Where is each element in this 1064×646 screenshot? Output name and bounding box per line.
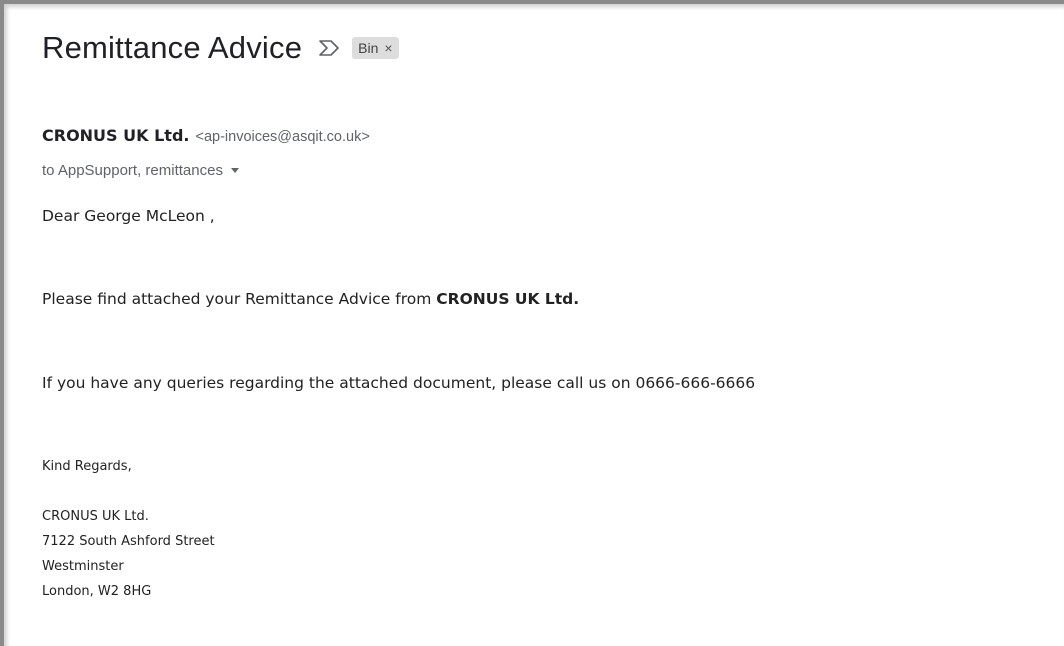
email-view-frame: Remittance Advice Bin × CRONUS UK Ltd. <… [0, 0, 1064, 646]
email-closing: Kind Regards, [42, 459, 132, 474]
signature-city: London, W2 8HG [42, 584, 152, 599]
email-greeting: Dear George McLeon , [42, 207, 215, 225]
remove-label-icon[interactable]: × [384, 39, 392, 57]
signature-street: 7122 South Ashford Street [42, 534, 215, 549]
importance-marker-svg [319, 40, 339, 56]
signature-area: Westminster [42, 559, 124, 574]
sender-name[interactable]: CRONUS UK Ltd. [42, 126, 189, 145]
email-subject: Remittance Advice [42, 30, 303, 65]
importance-marker-icon[interactable] [318, 35, 340, 61]
subject-row: Remittance Advice Bin × [42, 26, 399, 70]
email-body-line-2: If you have any queries regarding the at… [42, 374, 756, 392]
body-line-1-company: CRONUS UK Ltd. [436, 290, 580, 308]
recipients-row: to AppSupport, remittances [42, 162, 239, 179]
signature-company: CRONUS UK Ltd. [42, 509, 149, 524]
sender-email: <ap-invoices@asqit.co.uk> [195, 129, 370, 145]
sender-row: CRONUS UK Ltd. <ap-invoices@asqit.co.uk> [42, 126, 370, 145]
body-line-1-text: Please find attached your Remittance Adv… [42, 290, 437, 308]
recipients-text: to AppSupport, remittances [42, 162, 223, 179]
email-body-line-1: Please find attached your Remittance Adv… [42, 290, 579, 308]
label-chip[interactable]: Bin × [352, 37, 399, 59]
show-details-chevron-down-icon[interactable] [230, 168, 239, 173]
label-chip-text: Bin [358, 40, 379, 56]
